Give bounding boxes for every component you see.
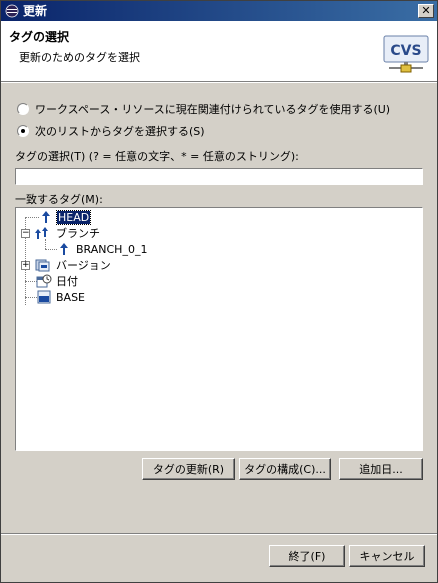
tree-label-head: HEAD [55,209,92,225]
version-icon [35,259,50,272]
calendar-icon [36,274,52,288]
tree-label-versions: バージョン [56,259,111,272]
add-date-button[interactable]: 追加日... [339,458,423,480]
cvs-icon: CVS [383,35,429,73]
wizard-header: タグの選択 更新のためのタグを選択 CVS [1,21,437,81]
cancel-button[interactable]: キャンセル [349,545,425,567]
footer-separator [1,533,437,535]
refresh-tags-button[interactable]: タグの更新(R) [142,458,235,480]
page-description: 更新のためのタグを選択 [19,51,140,64]
tag-icon [42,211,50,223]
close-button[interactable]: ✕ [418,4,434,18]
finish-button[interactable]: 終了(F) [269,545,345,567]
configure-tags-button[interactable]: タグの構成(C)... [239,458,331,480]
tree-label-base: BASE [56,290,86,304]
tree-label-branches: ブランチ [56,227,100,240]
title-bar[interactable]: 更新 ✕ [1,1,437,21]
tag-icon [60,243,68,255]
page-title: タグの選択 [9,30,70,44]
radio-current-indicator[interactable] [17,103,29,115]
update-dialog: 更新 ✕ タグの選択 更新のためのタグを選択 CVS ワークスペース・リソースに… [0,0,438,583]
collapse-icon[interactable]: − [21,229,30,238]
tree-item-branch[interactable]: BRANCH_0_1 [56,241,148,257]
filter-label: タグの選択(T) (? = 任意の文字、* = 任意のストリング): [15,150,299,163]
tree-label-branch: BRANCH_0_1 [76,242,148,256]
radio-current-tag[interactable]: ワークスペース・リソースに現在関連付けられているタグを使用する(U) [17,101,390,117]
close-icon: ✕ [421,4,431,17]
radio-current-label: ワークスペース・リソースに現在関連付けられているタグを使用する(U) [35,103,391,116]
header-separator [1,81,437,83]
tag-filter-input[interactable] [15,168,423,185]
tree-item-base[interactable]: BASE [36,289,86,305]
radio-list-indicator[interactable] [17,125,29,137]
branch-icon [35,227,48,239]
tree-item-dates[interactable]: 日付 [36,273,79,289]
matching-tags-label: 一致するタグ(M): [15,193,103,206]
tree-label-dates: 日付 [56,275,78,288]
base-icon [37,290,51,304]
eclipse-icon [5,4,19,18]
radio-list-tag[interactable]: 次のリストからタグを選択する(S) [17,123,205,139]
svg-text:CVS: CVS [390,43,421,59]
tree-item-versions[interactable]: バージョン [34,257,112,273]
window-title: 更新 [23,4,48,18]
tag-tree[interactable]: HEAD − ブランチ BRANCH_0_1 + バージョン 日付 BASE [15,207,423,451]
expand-icon[interactable]: + [21,261,30,270]
tree-item-head[interactable]: HEAD [38,209,92,225]
tree-item-branches[interactable]: ブランチ [32,225,101,241]
tree-line [25,217,39,218]
radio-list-label: 次のリストからタグを選択する(S) [35,125,205,138]
